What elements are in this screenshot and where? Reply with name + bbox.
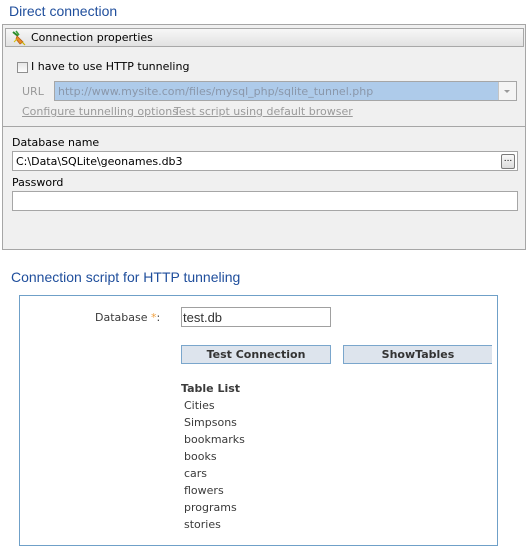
url-combobox[interactable]: http://www.mysite.com/files/mysql_php/sq…	[54, 81, 517, 101]
table-list-item: flowers	[184, 484, 224, 497]
table-list-item: Cities	[184, 399, 215, 412]
database-label: Database *:	[95, 311, 160, 324]
database-name-value: C:\Data\SQLite\geonames.db3	[16, 155, 183, 168]
configure-tunnelling-link[interactable]: Configure tunnelling options	[22, 105, 178, 118]
url-label: URL	[22, 85, 44, 98]
table-list-heading: Table List	[181, 382, 241, 395]
table-list-item: cars	[184, 467, 208, 480]
table-list-item: stories	[184, 518, 221, 531]
url-value: http://www.mysite.com/files/mysql_php/sq…	[58, 85, 374, 98]
show-tables-button[interactable]: ShowTables	[343, 345, 492, 364]
password-input[interactable]	[12, 191, 518, 211]
table-list-item: bookmarks	[184, 433, 245, 446]
database-name-input[interactable]: C:\Data\SQLite\geonames.db3 ...	[12, 151, 518, 171]
divider	[3, 126, 525, 127]
database-label-colon: :	[156, 311, 161, 324]
table-list-item: books	[184, 450, 217, 463]
database-label-text: Database	[95, 311, 148, 324]
plug-icon	[11, 30, 27, 46]
database-name-label: Database name	[12, 136, 100, 149]
http-tunneling-checkbox[interactable]	[17, 62, 28, 73]
http-tunneling-title: Connection script for HTTP tunneling	[11, 269, 241, 285]
connection-properties-label: Connection properties	[31, 31, 153, 44]
direct-connection-title: Direct connection	[9, 3, 118, 19]
test-connection-button[interactable]: Test Connection	[181, 345, 331, 364]
table-list-item: programs	[184, 501, 237, 514]
http-tunneling-label: I have to use HTTP tunneling	[31, 60, 190, 73]
tunneling-script-box	[19, 295, 498, 546]
test-database-input[interactable]: test.db	[181, 307, 331, 327]
test-database-value: test.db	[183, 310, 223, 325]
table-list-item: Simpsons	[184, 416, 237, 429]
test-script-link[interactable]: Test script using default browser	[174, 105, 353, 118]
chevron-down-icon[interactable]	[498, 82, 516, 100]
password-label: Password	[12, 176, 64, 189]
browse-button[interactable]: ...	[501, 154, 515, 169]
connection-properties-header[interactable]: Connection properties	[5, 28, 524, 47]
